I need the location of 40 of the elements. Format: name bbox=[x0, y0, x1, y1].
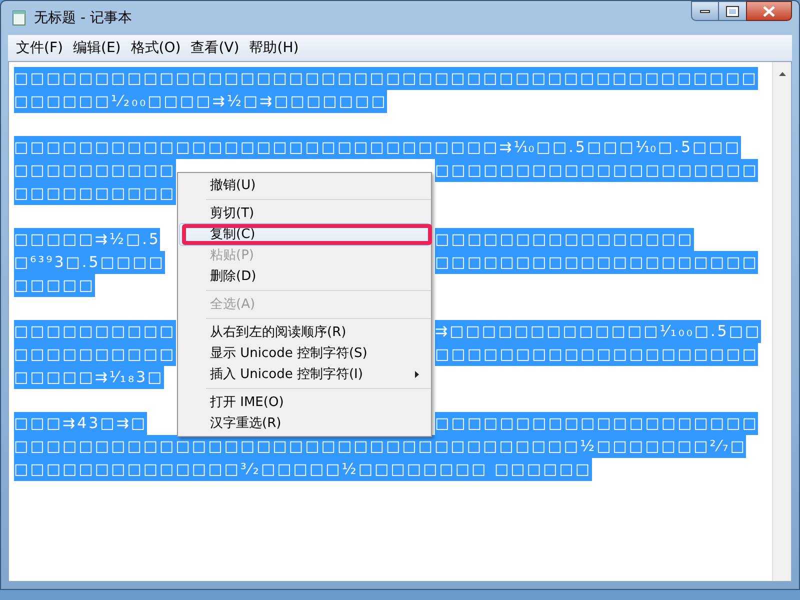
selected-text: □□□□□□□□□□□□□□□□□□□□ bbox=[435, 343, 758, 366]
window-title: 无标题 - 记事本 bbox=[34, 8, 132, 28]
selected-text: □□□□□⇉½□.5 bbox=[14, 228, 160, 251]
menu-item[interactable]: 帮助(H) bbox=[244, 38, 304, 58]
menu-item[interactable]: 查看(V) bbox=[186, 38, 244, 58]
selected-text: □□□□□□□□□□□□□□□□□□□□ bbox=[435, 412, 758, 435]
selected-text: ⇉□□□□□□□□□□□□□⅟₁₀₀□.5□□ bbox=[435, 320, 762, 343]
context-menu-item[interactable]: 插入 Unicode 控制字符(I) bbox=[180, 364, 429, 385]
selected-text: □□□□□□□□□□□□□□□□□□□□ bbox=[435, 251, 758, 274]
selected-text: □□□⇉43□⇉□ bbox=[14, 412, 148, 435]
close-icon bbox=[763, 6, 775, 16]
selected-text: □□□□□□□□□□ bbox=[14, 320, 176, 343]
menu-item[interactable]: 编辑(E) bbox=[68, 38, 126, 58]
selected-text: □□□□□ bbox=[14, 274, 95, 297]
menu-item[interactable]: 文件(F) bbox=[11, 38, 68, 58]
selected-text: □□□□□□□□□□ bbox=[14, 343, 176, 366]
selected-text: □□□□□□□□□□ bbox=[14, 159, 176, 182]
context-menu-item[interactable]: 剪切(T) bbox=[180, 203, 429, 224]
context-menu-item[interactable]: 撤销(U) bbox=[180, 175, 429, 196]
selected-text: □□□□□□□□□□□□□□□□□□□□ bbox=[435, 159, 758, 182]
maximize-button[interactable] bbox=[719, 1, 746, 21]
selected-text: □□□□□□□□□□□□□□³⁄₂□□□□□½□□□□□□□□ □□□□□□ bbox=[14, 458, 592, 481]
context-menu-item[interactable]: 打开 IME(O) bbox=[180, 392, 429, 413]
context-menu-item[interactable]: 从右到左的阅读顺序(R) bbox=[180, 322, 429, 343]
selected-text: □⁶³⁹3□.5□□□□ bbox=[14, 251, 165, 274]
menu-item[interactable]: 格式(O) bbox=[126, 38, 186, 58]
selected-text: □□□□□□□□□□ bbox=[14, 182, 176, 205]
minimize-button[interactable] bbox=[691, 1, 719, 21]
selected-text: □□□□□⇉⅟₁₈3□ bbox=[14, 366, 164, 389]
context-menu-item[interactable]: 删除(D) bbox=[180, 266, 429, 287]
context-menu-item[interactable]: 汉字重选(R) bbox=[180, 413, 429, 434]
selected-text: □□□□□□□□□□□□□□□□□□□□□□□□□□□□□□□□□□□□□□□□□□□□□□ bbox=[14, 67, 758, 90]
scroll-up-icon[interactable] bbox=[778, 72, 786, 76]
selected-text: □□□□□□□□□□□□□□□□ bbox=[435, 228, 694, 251]
close-button[interactable] bbox=[746, 1, 792, 21]
context-menu-item[interactable]: 显示 Unicode 控制字符(S) bbox=[180, 343, 429, 364]
selected-text: □□□□□□□□□□□□□□□□□□□□□□□□□□□□□□⇉⅒□□.5□□□⅒□.5□□□ bbox=[14, 136, 742, 159]
selected-text: □□□□□□¹⁄₂₀₀□□□□⇉½□⇉□□□□□□□ bbox=[14, 90, 388, 113]
selected-text: □□□□□□□□□□□□□□□□□□□□□□□□□□□□□□□□□□□½□□□□□□□²⁄₇□ bbox=[14, 435, 746, 458]
notepad-icon bbox=[12, 10, 26, 26]
